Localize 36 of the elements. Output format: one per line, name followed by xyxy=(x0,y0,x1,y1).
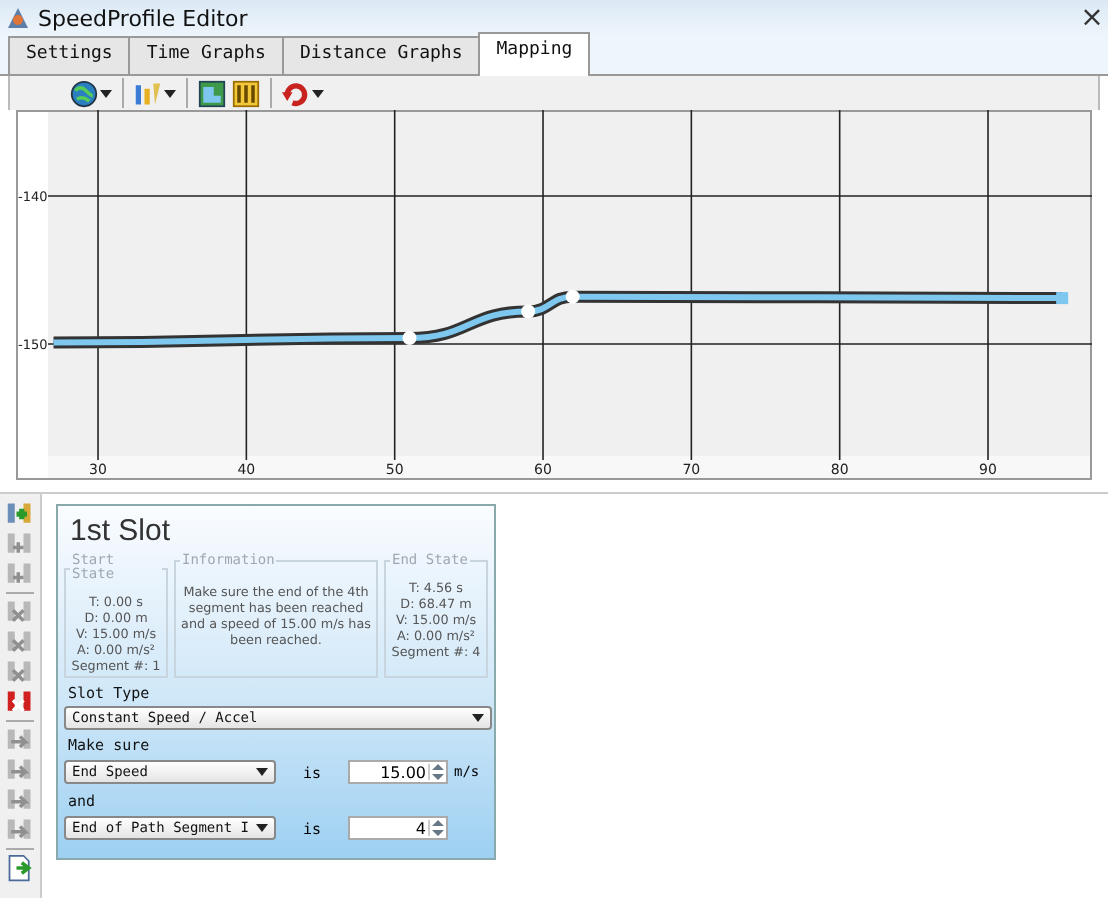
tab[interactable]: Mapping xyxy=(478,32,591,76)
remove-icon[interactable] xyxy=(6,688,34,716)
slot-title: 1st Slot xyxy=(70,514,173,548)
path-point[interactable] xyxy=(565,289,580,304)
remove-icon[interactable] xyxy=(6,628,34,656)
caret-icon[interactable] xyxy=(472,714,484,722)
caret-icon[interactable] xyxy=(256,824,268,832)
bar-chart-icon[interactable] xyxy=(134,79,162,107)
tab[interactable]: Distance Graphs xyxy=(281,36,481,74)
close-button[interactable]: × xyxy=(1076,2,1108,34)
caret-icon[interactable] xyxy=(312,89,324,97)
move-icon[interactable] xyxy=(6,786,34,814)
value-spinner[interactable]: 15.00 xyxy=(348,760,448,784)
app-icon xyxy=(6,6,30,30)
path-point[interactable] xyxy=(402,331,417,346)
globe-icon[interactable] xyxy=(70,79,98,107)
add-icon[interactable] xyxy=(6,530,34,558)
path-point[interactable] xyxy=(521,304,536,319)
add-icon[interactable] xyxy=(6,500,34,528)
caret-icon[interactable] xyxy=(256,768,268,776)
tab[interactable]: Time Graphs xyxy=(128,36,284,74)
caret-icon[interactable] xyxy=(100,89,112,97)
map-icon[interactable] xyxy=(198,79,226,107)
columns-icon[interactable] xyxy=(232,79,260,107)
caret-icon[interactable] xyxy=(164,89,176,97)
add-icon[interactable] xyxy=(6,560,34,588)
remove-icon[interactable] xyxy=(6,598,34,626)
move-icon[interactable] xyxy=(6,756,34,784)
move-icon[interactable] xyxy=(6,726,34,754)
tab[interactable]: Settings xyxy=(8,36,131,74)
undo-icon[interactable] xyxy=(282,79,310,107)
window-title: SpeedProfile Editor xyxy=(38,5,250,31)
move-icon[interactable] xyxy=(6,816,34,844)
export-icon[interactable] xyxy=(6,854,34,882)
value-spinner[interactable]: 4 xyxy=(348,816,448,840)
remove-icon[interactable] xyxy=(6,658,34,686)
